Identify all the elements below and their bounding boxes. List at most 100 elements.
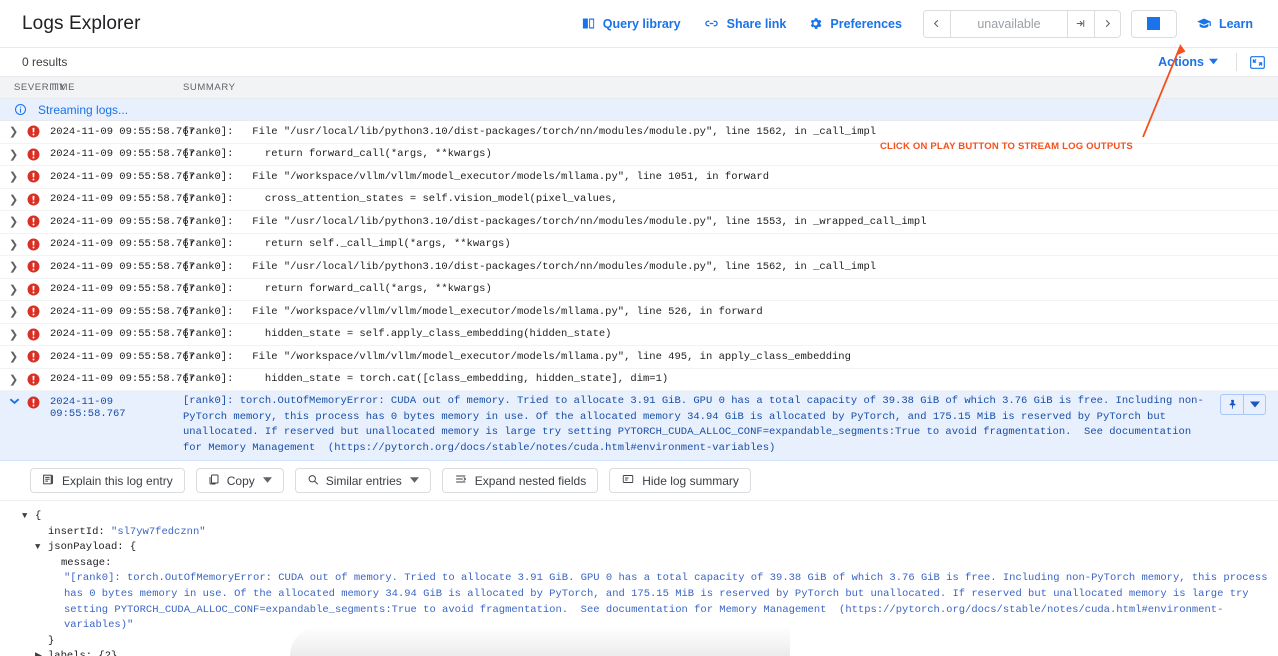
- nav-status-label: unavailable: [950, 11, 1068, 37]
- share-link-label: Share link: [727, 17, 787, 31]
- chevron-right-icon[interactable]: ❯: [9, 125, 21, 138]
- expanded-row-buttons: [1216, 394, 1278, 456]
- chevron-down-icon[interactable]: [9, 396, 21, 408]
- table-row[interactable]: ❯2024-11-09 09:55:58.767[rank0]: File "/…: [0, 166, 1278, 189]
- table-row[interactable]: ❯2024-11-09 09:55:58.767[rank0]: hidden_…: [0, 324, 1278, 347]
- explain-label: Explain this log entry: [62, 474, 173, 488]
- hide-log-summary-button[interactable]: Hide log summary: [609, 468, 751, 493]
- actions-label: Actions: [1158, 55, 1204, 69]
- severity-error-icon: [27, 238, 40, 251]
- expanded-row-more-button[interactable]: [1243, 395, 1265, 414]
- severity-cell[interactable]: ❯: [0, 305, 50, 318]
- severity-cell[interactable]: ❯: [0, 193, 50, 206]
- learn-button[interactable]: Learn: [1185, 10, 1264, 37]
- preferences-button[interactable]: Preferences: [797, 10, 913, 37]
- time-cell: 2024-11-09 09:55:58.767: [50, 306, 183, 318]
- stop-icon: [1147, 17, 1160, 30]
- json-labels-value: {2}: [98, 649, 117, 656]
- time-cell: 2024-11-09 09:55:58.767: [50, 328, 183, 340]
- similar-entries-button[interactable]: Similar entries: [295, 468, 431, 493]
- severity-cell[interactable]: ❯: [0, 148, 50, 161]
- expanded-severity-cell[interactable]: [0, 394, 50, 456]
- chevron-right-icon[interactable]: ❯: [9, 305, 21, 318]
- json-payload-key: jsonPayload: {: [48, 540, 136, 556]
- collapse-toggle-icon[interactable]: ▼: [35, 540, 48, 556]
- chevron-right-icon[interactable]: ❯: [9, 148, 21, 161]
- severity-error-icon: [27, 283, 40, 296]
- nav-jump-to-now-button[interactable]: [1068, 11, 1094, 37]
- explain-log-entry-button[interactable]: Explain this log entry: [30, 468, 185, 493]
- table-row[interactable]: ❯2024-11-09 09:55:58.767[rank0]: File "/…: [0, 211, 1278, 234]
- stop-streaming-button[interactable]: [1131, 10, 1177, 38]
- severity-error-icon: [27, 350, 40, 363]
- collapse-toggle-icon[interactable]: ▼: [22, 509, 35, 525]
- pin-button[interactable]: [1221, 395, 1243, 414]
- learn-label: Learn: [1219, 17, 1253, 31]
- nav-previous-button[interactable]: [924, 11, 950, 37]
- severity-cell[interactable]: ❯: [0, 215, 50, 228]
- actions-menu-button[interactable]: Actions: [1152, 52, 1224, 72]
- table-row[interactable]: ❯2024-11-09 09:55:58.767[rank0]: File "/…: [0, 301, 1278, 324]
- expanded-summary: [rank0]: torch.OutOfMemoryError: CUDA ou…: [183, 394, 1216, 456]
- explain-icon: [42, 473, 55, 489]
- table-row[interactable]: ❯2024-11-09 09:55:58.767[rank0]: File "/…: [0, 256, 1278, 279]
- info-icon: [14, 103, 27, 116]
- page-title: Logs Explorer: [22, 13, 141, 35]
- chevron-right-icon[interactable]: ❯: [9, 215, 21, 228]
- json-insert-id-row: insertId: "sl7yw7fedcznn": [22, 525, 1278, 541]
- preferences-label: Preferences: [830, 17, 902, 31]
- severity-error-icon: [27, 125, 40, 138]
- severity-cell[interactable]: ❯: [0, 125, 50, 138]
- chevron-right-icon[interactable]: ❯: [9, 193, 21, 206]
- search-similar-icon: [307, 473, 319, 489]
- expanded-row-button-group: [1220, 394, 1266, 415]
- summary-cell: [rank0]: File "/workspace/vllm/vllm/mode…: [183, 171, 1278, 183]
- log-rows-container: ❯2024-11-09 09:55:58.767[rank0]: File "/…: [0, 121, 1278, 391]
- chevron-right-icon[interactable]: ❯: [9, 283, 21, 296]
- severity-cell[interactable]: ❯: [0, 350, 50, 363]
- query-library-button[interactable]: Query library: [570, 10, 692, 37]
- time-cell: 2024-11-09 09:55:58.767: [50, 148, 183, 160]
- expand-toggle-icon[interactable]: ▶: [35, 649, 48, 656]
- json-labels-row: ▶ labels: {2}: [22, 649, 1278, 656]
- table-row[interactable]: ❯2024-11-09 09:55:58.767[rank0]: return …: [0, 279, 1278, 302]
- severity-error-icon: [27, 260, 40, 273]
- streaming-notice-label: Streaming logs...: [38, 103, 128, 117]
- chevron-right-icon[interactable]: ❯: [9, 373, 21, 386]
- severity-error-icon: [27, 396, 40, 409]
- chevron-right-icon[interactable]: ❯: [9, 350, 21, 363]
- header-actions: Query library Share link Preferences una…: [570, 10, 1264, 38]
- json-root-row: ▼ {: [22, 509, 1278, 525]
- summary-cell: [rank0]: hidden_state = torch.cat([class…: [183, 373, 1278, 385]
- severity-cell[interactable]: ❯: [0, 328, 50, 341]
- severity-cell[interactable]: ❯: [0, 373, 50, 386]
- similar-entries-label: Similar entries: [326, 474, 402, 488]
- severity-cell[interactable]: ❯: [0, 238, 50, 251]
- copy-button[interactable]: Copy: [196, 468, 284, 493]
- chevron-right-icon[interactable]: ❯: [9, 260, 21, 273]
- severity-error-icon: [27, 373, 40, 386]
- log-row-expanded[interactable]: 2024-11-09 09:55:58.767 [rank0]: torch.O…: [0, 391, 1278, 461]
- severity-cell[interactable]: ❯: [0, 283, 50, 296]
- table-row[interactable]: ❯2024-11-09 09:55:58.767[rank0]: hidden_…: [0, 369, 1278, 392]
- table-row[interactable]: ❯2024-11-09 09:55:58.767[rank0]: File "/…: [0, 346, 1278, 369]
- chevron-right-icon[interactable]: ❯: [9, 238, 21, 251]
- time-nav-group: unavailable: [923, 10, 1121, 38]
- hide-summary-icon: [621, 473, 635, 488]
- table-row[interactable]: ❯2024-11-09 09:55:58.767[rank0]: cross_a…: [0, 189, 1278, 212]
- nav-next-button[interactable]: [1094, 11, 1120, 37]
- summary-cell: [rank0]: File "/usr/local/lib/python3.10…: [183, 126, 1278, 138]
- expand-nested-fields-button[interactable]: Expand nested fields: [442, 468, 598, 493]
- json-inner-close-row: }: [22, 634, 1278, 650]
- severity-cell[interactable]: ❯: [0, 170, 50, 183]
- expand-panel-button[interactable]: [1249, 55, 1266, 70]
- table-row[interactable]: ❯2024-11-09 09:55:58.767[rank0]: return …: [0, 234, 1278, 257]
- time-cell: 2024-11-09 09:55:58.767: [50, 216, 183, 228]
- share-link-button[interactable]: Share link: [692, 10, 798, 37]
- severity-cell[interactable]: ❯: [0, 260, 50, 273]
- json-labels-key: labels:: [48, 649, 92, 656]
- chevron-right-icon[interactable]: ❯: [9, 328, 21, 341]
- chevron-right-icon[interactable]: ❯: [9, 170, 21, 183]
- expand-nested-icon: [454, 473, 468, 488]
- severity-error-icon: [27, 170, 40, 183]
